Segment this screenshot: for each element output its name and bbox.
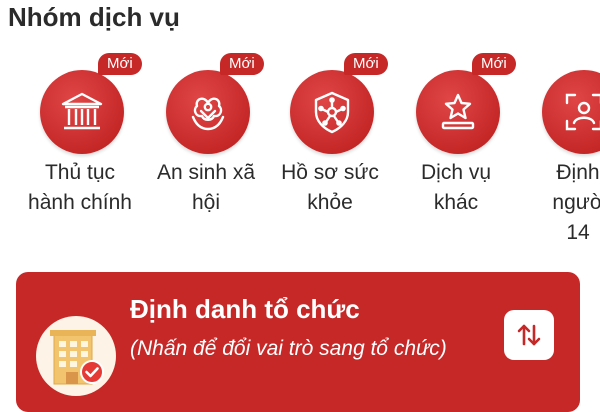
organization-card-title: Định danh tổ chức (130, 294, 360, 324)
section-title: Nhóm dịch vụ (8, 2, 180, 32)
service-social-welfare[interactable]: Mới An sinh xã hội (136, 50, 276, 250)
service-group-row: Mới Thủ tục hành chính Mới An sinh xã hộ… (0, 50, 600, 250)
face-id-icon (565, 93, 600, 131)
service-administrative-procedures[interactable]: Mới Thủ tục hành chính (10, 50, 150, 250)
service-icon-circle (290, 70, 374, 154)
switch-role-button[interactable] (504, 310, 554, 360)
service-icon-circle (416, 70, 500, 154)
service-label: Thủ tục hành chính (28, 161, 132, 214)
star-podium-icon (441, 93, 475, 130)
new-badge: Mới (344, 53, 388, 75)
service-label: Dịch vụ khác (420, 161, 492, 214)
service-icon-circle (542, 70, 600, 154)
service-personal-identification[interactable]: Định ngườ 14 (514, 50, 600, 250)
swap-vertical-icon (517, 324, 541, 346)
organization-card-subtitle: (Nhấn để đổi vai trò sang tổ chức) (130, 337, 447, 360)
service-health-records[interactable]: Mới Hồ sơ sức khỏe (260, 50, 400, 250)
organization-avatar (36, 316, 116, 396)
courthouse-icon (61, 92, 103, 130)
social-care-icon (191, 97, 225, 131)
organization-identity-card[interactable]: Định danh tổ chức (Nhấn để đổi vai trò s… (16, 272, 580, 412)
office-building-icon (50, 330, 104, 385)
service-label: Hồ sơ sức khỏe (281, 161, 379, 214)
service-icon-circle (40, 70, 124, 154)
new-badge: Mới (472, 53, 516, 75)
service-label: Định ngườ 14 (552, 161, 600, 244)
service-icon-circle (166, 70, 250, 154)
health-shield-icon (314, 91, 350, 134)
service-other-services[interactable]: Mới Dịch vụ khác (386, 50, 526, 250)
new-badge: Mới (220, 53, 264, 75)
service-label: An sinh xã hội (156, 161, 256, 214)
